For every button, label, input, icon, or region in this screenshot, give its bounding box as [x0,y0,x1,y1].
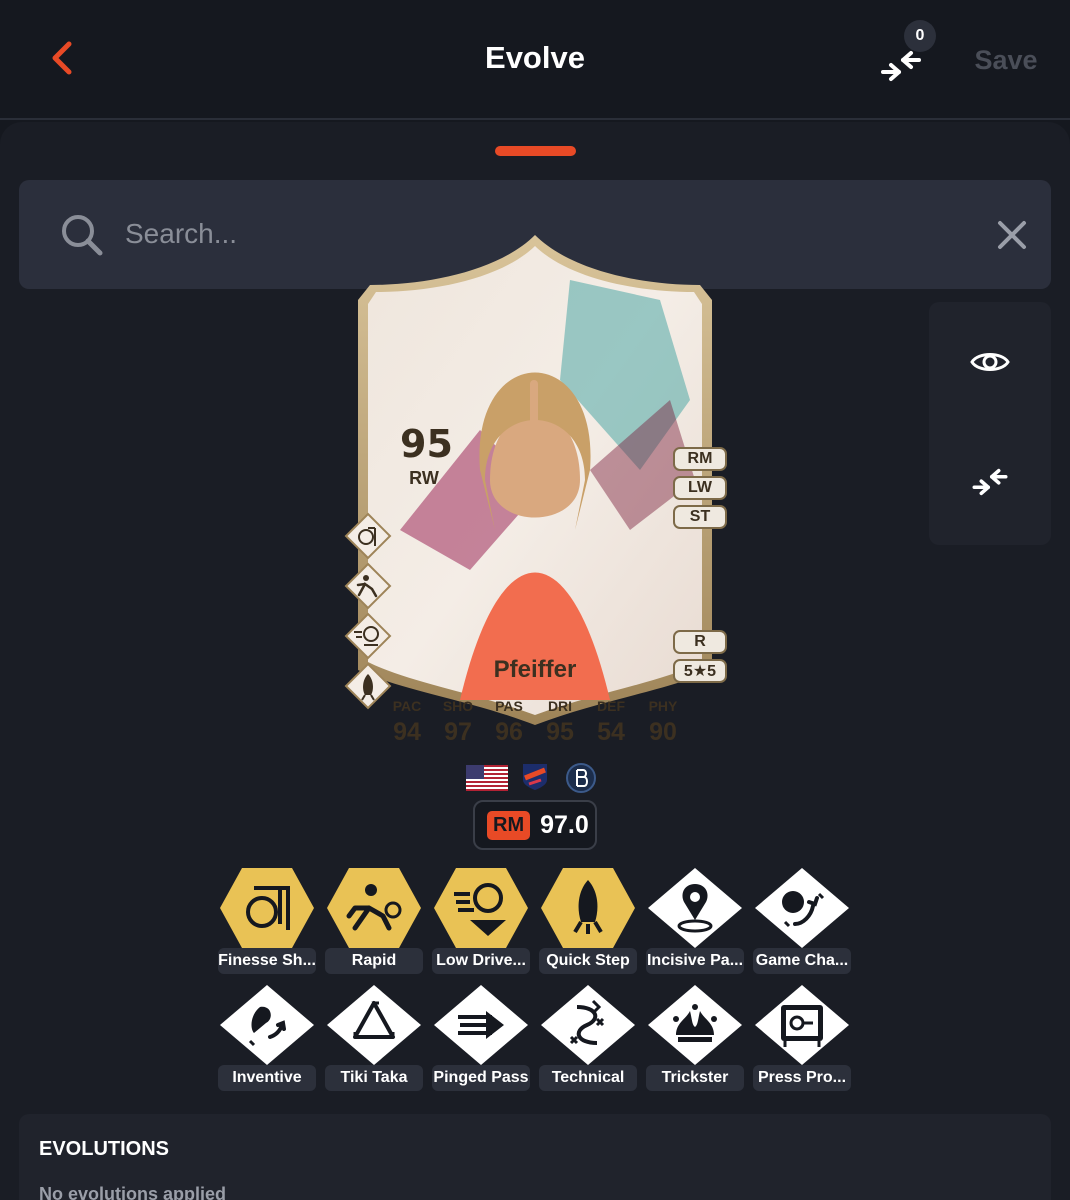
playstyle-label: Low Drive... [432,948,530,974]
rapid-icon [327,868,421,948]
press-proven-icon [755,985,849,1065]
playstyle-game-changer[interactable]: Game Cha... [753,868,851,978]
low-driven-shot-icon [434,868,528,948]
quick-step-icon [541,868,635,948]
playstyle-label: Quick Step [539,948,637,974]
save-button[interactable]: Save [960,42,1052,78]
tiki-taka-icon [327,985,421,1065]
alt-position-2: LW [673,476,727,500]
playstyle-inventive[interactable]: Inventive [218,985,316,1095]
evolutions-title: EVOLUTIONS [39,1138,170,1160]
incisive-pass-icon [648,868,742,948]
preferred-foot: R [673,630,727,654]
stat-label-sho: SHO [442,698,474,714]
compare-arrows-icon [972,468,1008,496]
stat-value-sho: 97 [444,718,472,746]
card-view-panel [929,302,1051,545]
card-rating: 95 [400,422,453,466]
player-card[interactable] [340,230,730,730]
chevron-left-icon [52,41,72,75]
stat-label-phy: PHY [648,698,678,714]
stat-value-def: 54 [597,718,625,746]
close-icon [998,221,1026,249]
playstyle-label: Tiki Taka [325,1065,423,1091]
role-value: 97.0 [540,810,589,839]
card-background [358,235,712,725]
alt-position-1: RM [673,447,727,471]
playstyle-label: Rapid [325,948,423,974]
role-rating-badge: RM 97.0 [473,800,597,850]
usa-flag-icon [466,765,508,791]
stat-label-pac: PAC [392,698,422,714]
top-bar: Evolve 0 Save [0,0,1070,120]
skill-weak-foot: 5★5 [673,659,727,683]
clear-search-button[interactable] [989,212,1035,258]
stat-value-phy: 90 [649,718,677,746]
playstyle-low-driven-shot[interactable]: Low Drive... [432,868,530,978]
stat-value-pac: 94 [393,718,421,746]
playstyle-incisive-pass[interactable]: Incisive Pa... [646,868,744,978]
stat-value-pas: 96 [495,718,523,746]
stat-value-dri: 95 [546,718,574,746]
player-name: Pfeiffer [493,656,577,683]
evolutions-panel: EVOLUTIONS No evolutions applied [19,1114,1051,1200]
toggle-view-button[interactable] [962,334,1018,390]
playstyle-label: Incisive Pa... [646,948,744,974]
technical-icon [541,985,635,1065]
search-icon [62,215,103,256]
evolutions-empty-text: No evolutions applied [39,1184,227,1200]
inventive-icon [220,985,314,1065]
playstyle-tiki-taka[interactable]: Tiki Taka [325,985,423,1095]
playstyle-pinged-pass[interactable]: Pinged Pass [432,985,530,1095]
rapid-icon [344,562,392,610]
club-badge-icon [566,763,596,793]
playstyle-technical[interactable]: Technical [539,985,637,1095]
role-tag: RM [487,810,531,840]
eye-icon [970,353,1010,371]
stat-label-dri: DRI [547,698,573,714]
playstyle-label: Inventive [218,1065,316,1091]
playstyle-trickster[interactable]: Trickster [646,985,744,1095]
playstyle-label: Technical [539,1065,637,1091]
trickster-icon [648,985,742,1065]
compare-arrows-icon [881,51,921,81]
compare-view-button[interactable] [962,454,1018,510]
sheet-drag-handle[interactable] [495,146,576,156]
card-position: RW [409,468,439,488]
playstyle-label: Finesse Sh... [218,948,316,974]
stat-label-def: DEF [597,698,625,714]
low-driven-shot-icon [344,612,392,660]
finesse-shot-icon [344,512,392,560]
stat-label-pas: PAS [495,698,523,714]
pinged-pass-icon [434,985,528,1065]
finesse-shot-icon [220,868,314,948]
nwsl-league-icon [523,764,547,790]
playstyle-press-proven[interactable]: Press Pro... [753,985,851,1095]
compare-count-badge: 0 [904,20,936,52]
back-button[interactable] [42,38,82,78]
alt-position-3: ST [673,505,727,529]
playstyle-finesse-shot[interactable]: Finesse Sh... [218,868,316,978]
playstyle-quick-step[interactable]: Quick Step [539,868,637,978]
game-changer-icon [755,868,849,948]
playstyle-label: Trickster [646,1065,744,1091]
playstyle-label: Pinged Pass [432,1065,530,1091]
playstyle-rapid[interactable]: Rapid [325,868,423,978]
playstyle-label: Press Pro... [753,1065,851,1091]
quick-step-icon [344,662,392,710]
playstyle-label: Game Cha... [753,948,851,974]
